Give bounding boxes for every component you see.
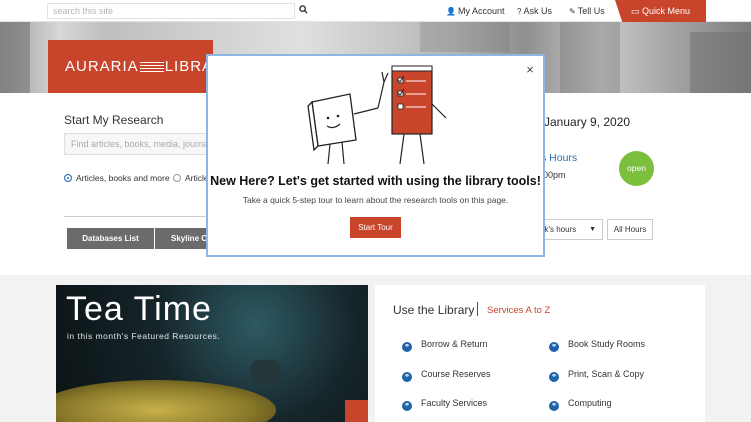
title-separator [477, 302, 478, 316]
ask-us-link[interactable]: ? Ask Us [517, 5, 552, 18]
building-shape [0, 22, 30, 93]
service-label: Borrow & Return [421, 339, 488, 349]
feature-arrow-button[interactable] [345, 400, 368, 422]
building-shape [560, 22, 620, 93]
service-label: Book Study Rooms [568, 339, 646, 349]
book-character-icon [307, 71, 389, 164]
use-library-title: Use the Library [393, 303, 475, 317]
radio-unselected-icon [173, 174, 181, 182]
start-tour-button[interactable]: Start Tour [350, 217, 401, 238]
service-label: Print, Scan & Copy [568, 369, 645, 379]
logo-text: AURARIA LIBRA [65, 58, 213, 75]
checklist-character-icon [391, 65, 447, 164]
modal-heading: New Here? Let's get started with using t… [210, 174, 541, 188]
search-icon[interactable] [296, 4, 310, 18]
service-label: Faculty Services [421, 398, 488, 408]
close-icon[interactable]: × [523, 63, 537, 77]
tour-illustration [307, 65, 447, 164]
logo-word-left: AURARIA [65, 58, 139, 75]
library-logo[interactable]: AURARIA LIBRA [48, 40, 213, 93]
question-icon: ? [517, 7, 522, 16]
tell-us-label: Tell Us [577, 6, 605, 16]
building-shape [420, 22, 510, 52]
radio-articles[interactable]: Article [173, 173, 209, 183]
service-faculty-services[interactable]: ⚭ Faculty Services [402, 398, 487, 411]
ask-us-label: Ask Us [523, 6, 552, 16]
person-icon: 👤 [446, 7, 456, 16]
building-shape [690, 32, 751, 93]
feature-subtitle: in this month's Featured Resources. [67, 331, 221, 341]
chevron-down-icon: ▼ [589, 226, 596, 233]
current-date: January 9, 2020 [544, 115, 631, 129]
open-status-badge: open [619, 151, 654, 186]
link-icon: ⚭ [549, 401, 559, 411]
service-book-study-rooms[interactable]: ⚭ Book Study Rooms [549, 339, 645, 352]
radio-label: Articles, books and more [76, 173, 170, 183]
link-icon: ⚭ [549, 372, 559, 382]
link-icon: ⚭ [549, 342, 559, 352]
link-icon: ⚭ [402, 342, 412, 352]
tell-us-link[interactable]: ✎ Tell Us [569, 5, 605, 18]
week-hours-label: ek's hours [540, 225, 577, 234]
service-label: Computing [568, 398, 612, 408]
service-computing[interactable]: ⚭ Computing [549, 398, 612, 411]
my-account-link[interactable]: 👤 My Account [446, 5, 505, 18]
service-course-reserves[interactable]: ⚭ Course Reserves [402, 369, 491, 382]
service-borrow-return[interactable]: ⚭ Borrow & Return [402, 339, 488, 352]
divider [64, 216, 214, 217]
research-title: Start My Research [64, 113, 164, 127]
service-print-scan-copy[interactable]: ⚭ Print, Scan & Copy [549, 369, 644, 382]
my-account-label: My Account [457, 6, 505, 16]
hours-link[interactable]: s Hours [541, 152, 577, 164]
radio-selected-icon [64, 174, 72, 182]
modal-description: Take a quick 5-step tour to learn about … [242, 195, 509, 205]
research-search-input[interactable]: Find articles, books, media, journa [64, 133, 214, 155]
quick-menu-label: Quick Menu [642, 6, 691, 16]
menu-icon: ▭ [630, 6, 640, 16]
all-hours-button[interactable]: All Hours [607, 219, 653, 240]
link-icon: ⚭ [402, 401, 412, 411]
site-search-input[interactable]: search this site [47, 3, 295, 19]
feature-title: Tea Time [66, 290, 212, 328]
teapot-spout-shape [251, 360, 281, 384]
hours-time: 00pm [543, 170, 566, 180]
service-label: Course Reserves [421, 369, 491, 379]
quick-menu-button[interactable]: ▭ Quick Menu [615, 0, 706, 22]
logo-lines-icon [139, 62, 164, 72]
link-icon: ⚭ [402, 372, 412, 382]
services-a-to-z-link[interactable]: Services A to Z [487, 305, 550, 316]
databases-list-tab[interactable]: Databases List [67, 228, 154, 249]
search-icon-glyph [298, 5, 308, 14]
radio-articles-books[interactable]: Articles, books and more [64, 173, 170, 183]
top-utility-bar: search this site 👤 My Account ? Ask Us ✎ Te… [0, 0, 751, 22]
pin-icon: ✎ [569, 7, 576, 16]
skyline-catalog-tab[interactable]: Skyline C [155, 228, 207, 249]
tea-cup-shape [56, 380, 276, 422]
